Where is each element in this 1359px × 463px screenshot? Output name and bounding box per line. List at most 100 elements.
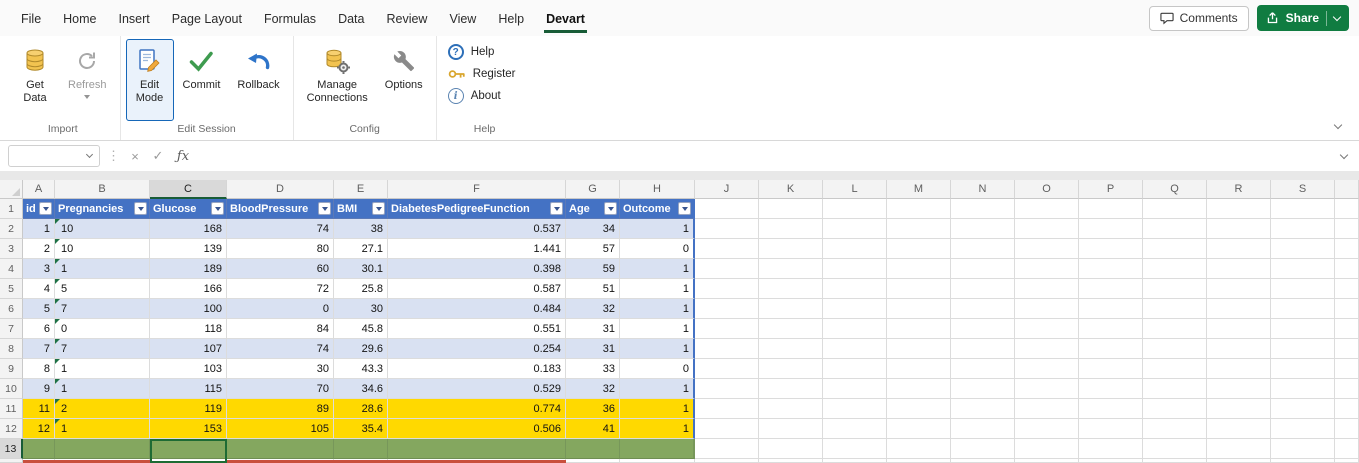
cell-blank[interactable] xyxy=(759,339,823,359)
cell-blank[interactable] xyxy=(1143,279,1207,299)
cell-blank[interactable] xyxy=(695,239,759,259)
cell-blank[interactable] xyxy=(887,359,951,379)
cell-blank[interactable] xyxy=(1143,339,1207,359)
comments-button[interactable]: Comments xyxy=(1148,5,1249,31)
cell-A9[interactable]: 8 xyxy=(23,359,55,379)
table-header-bloodpressure[interactable]: BloodPressure xyxy=(227,199,334,219)
help-button[interactable]: ? Help xyxy=(446,43,524,61)
cell-blank[interactable] xyxy=(887,379,951,399)
cell-E12[interactable]: 35.4 xyxy=(334,419,388,439)
cell-blank[interactable] xyxy=(1207,259,1271,279)
tab-review[interactable]: Review xyxy=(375,3,438,33)
cell-blank[interactable] xyxy=(1015,339,1079,359)
formula-input[interactable] xyxy=(200,145,1334,167)
cell-blank[interactable] xyxy=(1143,379,1207,399)
cell-blank[interactable] xyxy=(1015,439,1079,459)
cell-blank[interactable] xyxy=(1015,279,1079,299)
cell-A13[interactable] xyxy=(23,439,55,459)
cell-B5[interactable]: 5 xyxy=(55,279,150,299)
column-header-H[interactable]: H xyxy=(620,180,695,199)
cell-blank[interactable] xyxy=(1207,439,1271,459)
cell-A6[interactable]: 5 xyxy=(23,299,55,319)
cell-blank[interactable] xyxy=(1207,239,1271,259)
commit-button[interactable]: Commit xyxy=(175,39,229,121)
register-button[interactable]: Register xyxy=(446,66,524,82)
column-header-P[interactable]: P xyxy=(1079,180,1143,199)
cell-blank[interactable] xyxy=(1143,259,1207,279)
row-header-6[interactable]: 6 xyxy=(0,299,23,319)
cell-blank[interactable] xyxy=(1015,459,1079,463)
row-header-12[interactable]: 12 xyxy=(0,419,23,439)
cell-blank[interactable] xyxy=(823,219,887,239)
cell-G4[interactable]: 59 xyxy=(566,259,620,279)
cell-blank[interactable] xyxy=(823,339,887,359)
cell-E3[interactable]: 27.1 xyxy=(334,239,388,259)
cell-blank[interactable] xyxy=(823,359,887,379)
cell-blank[interactable] xyxy=(823,459,887,463)
tab-view[interactable]: View xyxy=(438,3,487,33)
cell-D9[interactable]: 30 xyxy=(227,359,334,379)
cell-blank[interactable] xyxy=(823,279,887,299)
cell-blank[interactable] xyxy=(759,199,823,219)
cell-blank[interactable] xyxy=(759,319,823,339)
cell-blank[interactable] xyxy=(1335,359,1359,379)
table-header-pregnancies[interactable]: Pregnancies xyxy=(55,199,150,219)
filter-button-pregnancies[interactable] xyxy=(134,202,147,215)
cell-blank[interactable] xyxy=(23,459,55,463)
cell-blank[interactable] xyxy=(951,339,1015,359)
cell-blank[interactable] xyxy=(1015,259,1079,279)
cell-blank[interactable] xyxy=(759,359,823,379)
cell-blank[interactable] xyxy=(759,419,823,439)
cell-blank[interactable] xyxy=(1143,219,1207,239)
cell-blank[interactable] xyxy=(1207,379,1271,399)
cell-blank[interactable] xyxy=(1207,359,1271,379)
cell-G13[interactable] xyxy=(566,439,620,459)
cell-blank[interactable] xyxy=(1143,319,1207,339)
cell-blank[interactable] xyxy=(620,459,695,463)
cell-A3[interactable]: 2 xyxy=(23,239,55,259)
cell-H6[interactable]: 1 xyxy=(620,299,695,319)
cell-D5[interactable]: 72 xyxy=(227,279,334,299)
filter-button-outcome[interactable] xyxy=(678,202,691,215)
cell-D10[interactable]: 70 xyxy=(227,379,334,399)
select-all-corner[interactable] xyxy=(0,180,23,199)
cell-F3[interactable]: 1.441 xyxy=(388,239,566,259)
column-header-E[interactable]: E xyxy=(334,180,388,199)
cell-H8[interactable]: 1 xyxy=(620,339,695,359)
column-header-A[interactable]: A xyxy=(23,180,55,199)
cell-blank[interactable] xyxy=(695,399,759,419)
cell-blank[interactable] xyxy=(823,439,887,459)
cell-A4[interactable]: 3 xyxy=(23,259,55,279)
tab-file[interactable]: File xyxy=(10,3,52,33)
tab-formulas[interactable]: Formulas xyxy=(253,3,327,33)
cell-C6[interactable]: 100 xyxy=(150,299,227,319)
cell-blank[interactable] xyxy=(695,419,759,439)
get-data-button[interactable]: Get Data xyxy=(11,39,59,121)
cell-blank[interactable] xyxy=(1143,419,1207,439)
cell-blank[interactable] xyxy=(1143,439,1207,459)
row-header-13[interactable]: 13 xyxy=(0,439,23,459)
cell-blank[interactable] xyxy=(1271,399,1335,419)
cell-blank[interactable] xyxy=(823,259,887,279)
cell-C5[interactable]: 166 xyxy=(150,279,227,299)
cell-blank[interactable] xyxy=(1015,239,1079,259)
cell-blank[interactable] xyxy=(1079,259,1143,279)
cell-blank[interactable] xyxy=(1079,379,1143,399)
cell-blank[interactable] xyxy=(1271,219,1335,239)
cell-G8[interactable]: 31 xyxy=(566,339,620,359)
cell-blank[interactable] xyxy=(1015,299,1079,319)
cell-blank[interactable] xyxy=(1207,399,1271,419)
cell-blank[interactable] xyxy=(887,399,951,419)
cell-blank[interactable] xyxy=(1143,199,1207,219)
cell-blank[interactable] xyxy=(1207,219,1271,239)
column-header-J[interactable]: J xyxy=(695,180,759,199)
cell-blank[interactable] xyxy=(1271,419,1335,439)
cell-blank[interactable] xyxy=(1335,419,1359,439)
cell-blank[interactable] xyxy=(1271,439,1335,459)
cell-E9[interactable]: 43.3 xyxy=(334,359,388,379)
cell-blank[interactable] xyxy=(1015,419,1079,439)
cell-G3[interactable]: 57 xyxy=(566,239,620,259)
cell-blank[interactable] xyxy=(695,359,759,379)
cell-H7[interactable]: 1 xyxy=(620,319,695,339)
cell-blank[interactable] xyxy=(823,399,887,419)
